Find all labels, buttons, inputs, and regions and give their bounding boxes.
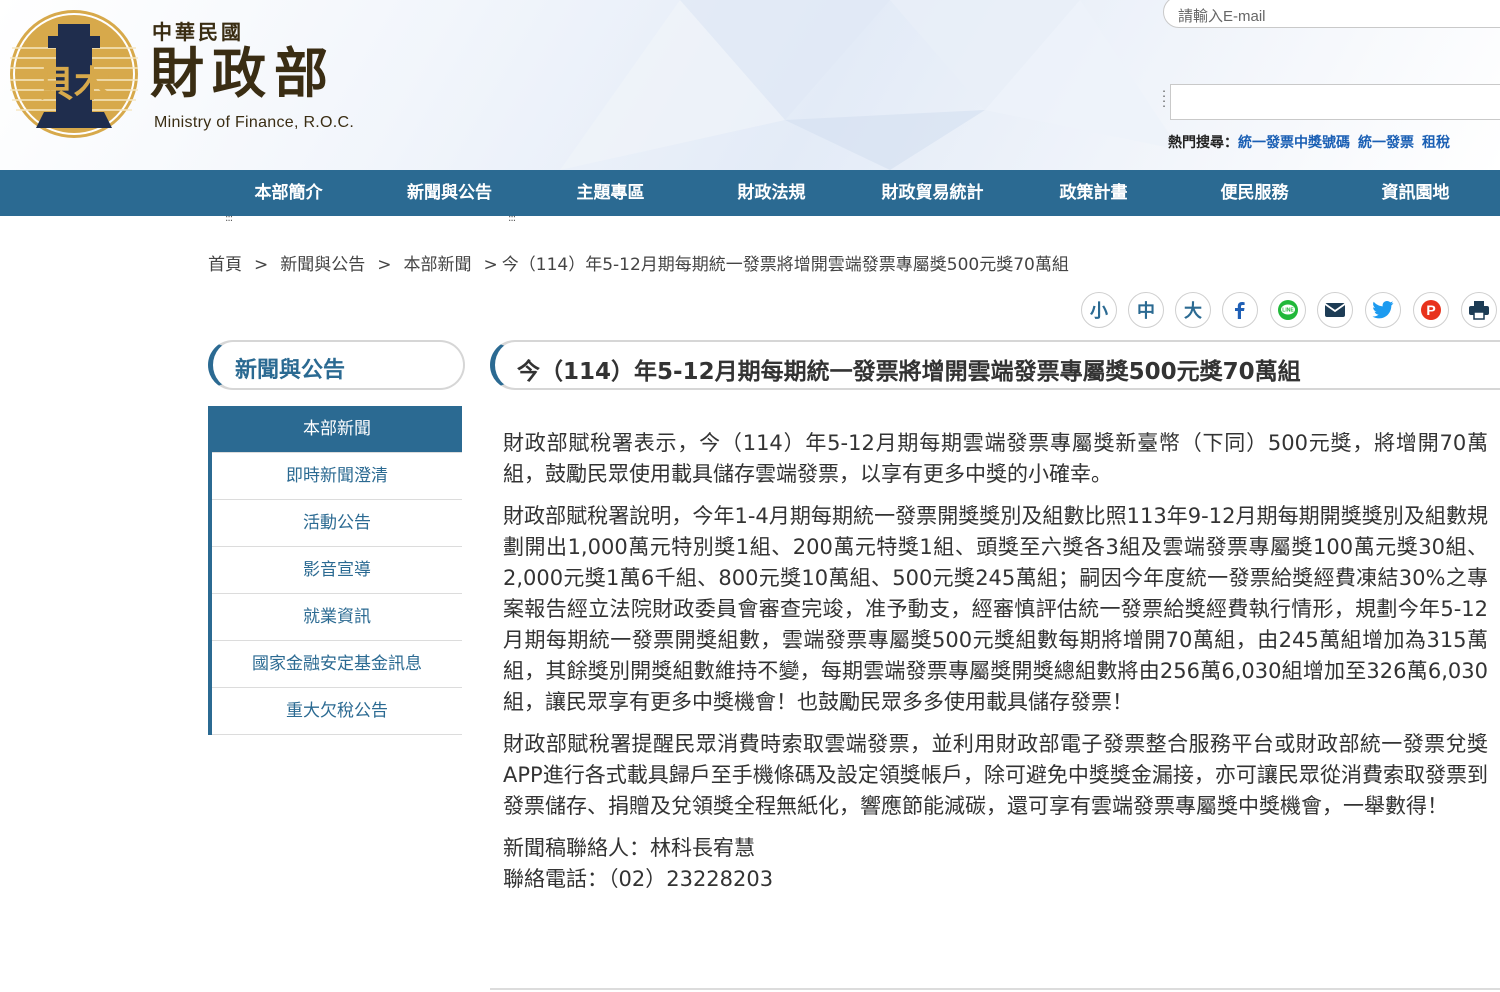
- nav-item-policy[interactable]: 政策計畫: [1013, 170, 1174, 216]
- nav-item-statistics[interactable]: 財政貿易統計: [852, 170, 1013, 216]
- article-divider: [490, 988, 1500, 990]
- sidebar-item-video[interactable]: 影音宣導: [212, 547, 462, 594]
- nav-item-news[interactable]: 新聞與公告: [369, 170, 530, 216]
- sidebar-menu: 本部新聞 即時新聞澄清 活動公告 影音宣導 就業資訊 國家金融安定基金訊息 重大…: [208, 406, 462, 735]
- accesskey-dots: :::: [225, 213, 233, 224]
- breadcrumb-ministry-news[interactable]: 本部新聞: [404, 255, 472, 275]
- sidebar-item-stabilization-fund[interactable]: 國家金融安定基金訊息: [212, 641, 462, 688]
- email-icon: [1324, 303, 1346, 317]
- font-small-button[interactable]: 小: [1081, 292, 1117, 328]
- hot-search-link[interactable]: 統一發票中獎號碼: [1238, 135, 1350, 151]
- breadcrumb-separator: >: [483, 255, 498, 275]
- sidebar-title: 新聞與公告: [235, 358, 346, 383]
- breadcrumb-current: 今（114）年5-12月期每期統一發票將增開雲端發票專屬獎500元獎70萬組: [501, 255, 1069, 275]
- search-input[interactable]: [1170, 84, 1500, 120]
- site-header: 貝木 中華民國 財政部 Ministry of Finance, R.O.C. …: [0, 0, 1500, 170]
- sidebar-item-jobs[interactable]: 就業資訊: [212, 594, 462, 641]
- contact-person: 新聞稿聯絡人：林科長宥慧: [503, 836, 755, 860]
- twitter-share-button[interactable]: [1365, 292, 1401, 328]
- accesskey-dots: :::: [508, 213, 516, 224]
- twitter-icon: [1372, 301, 1394, 319]
- font-large-button[interactable]: 大: [1175, 292, 1211, 328]
- breadcrumb: 首頁 > 新聞與公告 > 本部新聞 > 今（114）年5-12月期每期統一發票將增開雲端發票…: [208, 250, 1069, 275]
- print-button[interactable]: [1461, 292, 1497, 328]
- article-paragraph: 財政部賦稅署說明，今年1-4月期每期統一發票開獎獎別及組數比照113年9-12月…: [503, 504, 1488, 714]
- svg-text:貝木: 貝木: [38, 63, 110, 105]
- svg-text:P: P: [1426, 302, 1435, 318]
- plurk-icon: P: [1421, 300, 1441, 320]
- header-decoration: [560, 0, 1180, 170]
- line-share-button[interactable]: LINE: [1270, 292, 1306, 328]
- search-label-dots: ::: [1162, 86, 1167, 110]
- nav-item-info[interactable]: 資訊園地: [1335, 170, 1496, 216]
- article-paragraph: 財政部賦稅署表示，今（114）年5-12月期每期雲端發票專屬獎新臺幣（下同）50…: [503, 431, 1488, 486]
- breadcrumb-news[interactable]: 新聞與公告: [280, 255, 365, 275]
- article-paragraph: 財政部賦稅署提醒民眾消費時索取雲端發票，並利用財政部電子發票整合服務平台或財政部…: [503, 732, 1488, 818]
- mof-logo-icon[interactable]: 貝木: [8, 8, 140, 140]
- hot-search-label: 熱門搜尋：: [1168, 135, 1238, 151]
- sidebar-title-box: 新聞與公告: [208, 340, 465, 390]
- nav-item-services[interactable]: 便民服務: [1174, 170, 1335, 216]
- article-title-box: 今（114）年5-12月期每期統一發票將增開雲端發票專屬獎500元獎70萬組: [490, 340, 1500, 390]
- contact-phone: 聯絡電話：（02）23228203: [503, 867, 774, 891]
- hot-search-link[interactable]: 租稅: [1422, 135, 1450, 151]
- nav-item-about[interactable]: 本部簡介: [208, 170, 369, 216]
- nav-item-topics[interactable]: 主題專區: [530, 170, 691, 216]
- font-medium-button[interactable]: 中: [1128, 292, 1164, 328]
- facebook-icon: [1235, 302, 1245, 319]
- nav-item-laws[interactable]: 財政法規: [691, 170, 852, 216]
- sidebar-item-tax-arrears[interactable]: 重大欠稅公告: [212, 688, 462, 735]
- article-title: 今（114）年5-12月期每期統一發票將增開雲端發票專屬獎500元獎70萬組: [517, 359, 1301, 385]
- email-subscribe-input[interactable]: 請輸入E-mail: [1163, 0, 1500, 28]
- logo-english: Ministry of Finance, R.O.C.: [154, 114, 355, 131]
- line-icon: LINE: [1278, 300, 1298, 320]
- sidebar-item-events[interactable]: 活動公告: [212, 500, 462, 547]
- logo-title[interactable]: 財政部: [150, 42, 336, 104]
- main-nav: 本部簡介 新聞與公告 主題專區 財政法規 財政貿易統計 政策計畫 便民服務 資訊…: [0, 170, 1500, 216]
- article-body: 財政部賦稅署表示，今（114）年5-12月期每期雲端發票專屬獎新臺幣（下同）50…: [503, 428, 1488, 895]
- facebook-share-button[interactable]: [1222, 292, 1258, 328]
- email-share-button[interactable]: [1317, 292, 1353, 328]
- svg-text:LINE: LINE: [1282, 308, 1294, 314]
- hot-search: 熱門搜尋：統一發票中獎號碼 統一發票 租稅: [1168, 132, 1450, 152]
- breadcrumb-home[interactable]: 首頁: [208, 255, 242, 275]
- breadcrumb-separator: >: [254, 255, 269, 275]
- breadcrumb-separator: >: [377, 255, 392, 275]
- sidebar-item-ministry-news[interactable]: 本部新聞: [212, 406, 462, 453]
- hot-search-link[interactable]: 統一發票: [1358, 135, 1414, 151]
- plurk-share-button[interactable]: P: [1413, 292, 1449, 328]
- sidebar-item-clarification[interactable]: 即時新聞澄清: [212, 453, 462, 500]
- print-icon: [1469, 301, 1489, 320]
